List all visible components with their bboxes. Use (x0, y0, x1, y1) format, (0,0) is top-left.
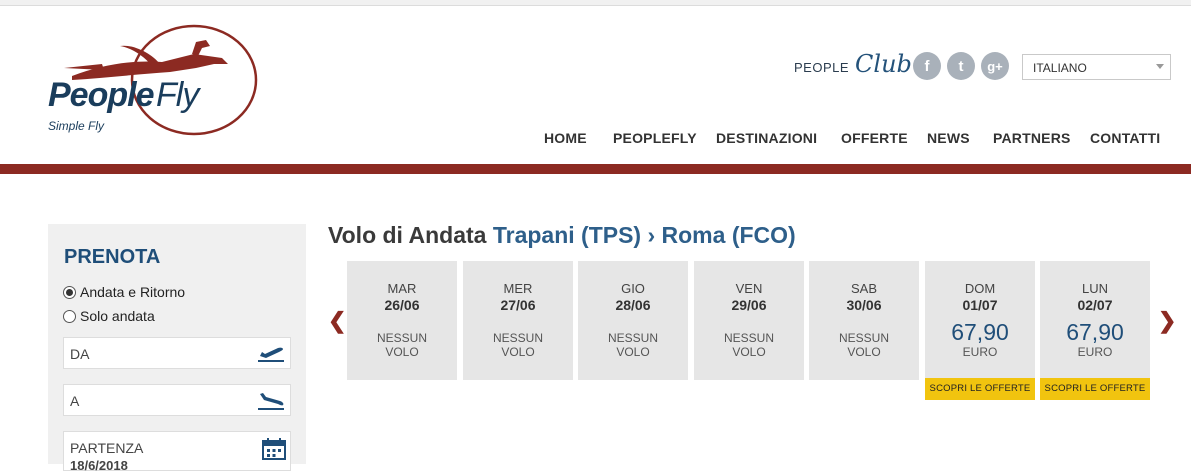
no-flight-line1: NESSUN (376, 331, 427, 345)
header-divider (0, 164, 1191, 174)
people-club-script: Club (855, 50, 912, 78)
day-card: MER 27/06 NESSUN VOLO (463, 261, 573, 380)
logo-word-people: People (48, 76, 154, 114)
day-date: 27/06 (500, 297, 536, 313)
to-field-placeholder: A (70, 393, 80, 409)
day-price: 67,90 (951, 319, 1009, 345)
no-flight-line1: NESSUN (492, 331, 543, 345)
day-card-available[interactable]: LUN 02/07 67,90 EURO (1040, 261, 1150, 380)
day-date: 30/06 (846, 297, 882, 313)
flight-title: Volo di Andata Trapani (TPS) › Roma (FCO… (328, 222, 796, 249)
language-select[interactable]: ITALIANO (1022, 54, 1171, 80)
nav-destinazioni[interactable]: DESTINAZIONI (716, 130, 817, 146)
nav-contatti[interactable]: CONTATTI (1090, 130, 1160, 146)
option-one-way-label: Solo andata (80, 308, 155, 324)
language-select-value: ITALIANO (1033, 61, 1087, 75)
booking-title: PRENOTA (64, 246, 161, 268)
day-date: 02/07 (1077, 297, 1113, 313)
nav-home[interactable]: HOME (544, 130, 587, 146)
from-field[interactable]: DA (63, 337, 291, 369)
day-name: MAR (387, 281, 417, 296)
site-header: People Fly Simple Fly PEOPLE Club f t g+… (0, 6, 1191, 164)
nav-offerte[interactable]: OFFERTE (841, 130, 908, 146)
departure-label: PARTENZA (70, 440, 144, 456)
day-date: 28/06 (615, 297, 651, 313)
no-flight-line2: VOLO (847, 345, 881, 359)
peoplefly-logo[interactable]: People Fly Simple Fly (44, 24, 264, 146)
day-card-available[interactable]: DOM 01/07 67,90 EURO (925, 261, 1035, 380)
nav-news[interactable]: NEWS (927, 130, 970, 146)
departure-date-field[interactable]: PARTENZA 18/6/2018 (63, 431, 291, 473)
day-name: LUN (1081, 281, 1108, 296)
next-week-chevron-right-icon[interactable]: ❯ (1158, 308, 1176, 334)
people-club-word: PEOPLE (794, 60, 850, 75)
day-date: 26/06 (384, 297, 420, 313)
option-round-trip-label: Andata e Ritorno (80, 284, 186, 300)
no-flight-line2: VOLO (501, 345, 535, 359)
logo-tagline: Simple Fly (48, 119, 105, 133)
no-flight-line1: NESSUN (723, 331, 774, 345)
to-field[interactable]: A (63, 384, 291, 416)
no-flight-line1: NESSUN (607, 331, 658, 345)
day-card: VEN 29/06 NESSUN VOLO (694, 261, 804, 380)
radio-one-way[interactable] (63, 309, 76, 323)
option-round-trip[interactable]: Andata e Ritorno (63, 284, 185, 300)
day-card: SAB 30/06 NESSUN VOLO (809, 261, 919, 380)
flight-route: Trapani (TPS) › Roma (FCO) (492, 222, 796, 248)
google-plus-icon[interactable]: g+ (981, 52, 1009, 80)
option-one-way[interactable]: Solo andata (63, 308, 155, 324)
day-date: 01/07 (962, 297, 998, 313)
nav-peoplefly[interactable]: PEOPLEFLY (613, 130, 697, 146)
nav-partners[interactable]: PARTNERS (993, 130, 1071, 146)
no-flight-line2: VOLO (616, 345, 650, 359)
day-currency: EURO (1077, 345, 1113, 359)
day-name: DOM (964, 281, 996, 296)
people-club-link[interactable]: PEOPLE Club (794, 50, 912, 80)
day-name: MER (503, 281, 533, 296)
facebook-icon[interactable]: f (913, 52, 941, 80)
day-name: SAB (850, 281, 877, 296)
chevron-down-icon (1156, 64, 1164, 69)
landing-icon (258, 393, 284, 410)
calendar-icon[interactable] (262, 438, 286, 460)
no-flight-line1: NESSUN (838, 331, 889, 345)
day-card: GIO 28/06 NESSUN VOLO (578, 261, 688, 380)
from-field-placeholder: DA (70, 346, 90, 362)
flight-title-prefix: Volo di Andata (328, 222, 487, 248)
day-price: 67,90 (1066, 319, 1124, 345)
prev-week-chevron-left-icon[interactable]: ❮ (328, 308, 346, 334)
day-card: MAR 26/06 NESSUN VOLO (347, 261, 457, 380)
day-date: 29/06 (731, 297, 767, 313)
logo-word-fly: Fly (156, 76, 199, 114)
day-name: GIO (621, 281, 645, 296)
discover-offers-button[interactable]: SCOPRI LE OFFERTE (1040, 378, 1150, 400)
day-currency: EURO (962, 345, 998, 359)
radio-round-trip[interactable] (63, 285, 76, 299)
no-flight-line2: VOLO (732, 345, 766, 359)
day-name: VEN (735, 281, 763, 296)
departure-value: 18/6/2018 (70, 458, 128, 473)
discover-offers-button[interactable]: SCOPRI LE OFFERTE (925, 378, 1035, 400)
twitter-icon[interactable]: t (947, 52, 975, 80)
booking-panel: PRENOTA Andata e Ritorno Solo andata DA … (48, 224, 306, 473)
no-flight-line2: VOLO (385, 345, 419, 359)
takeoff-icon (258, 347, 284, 362)
